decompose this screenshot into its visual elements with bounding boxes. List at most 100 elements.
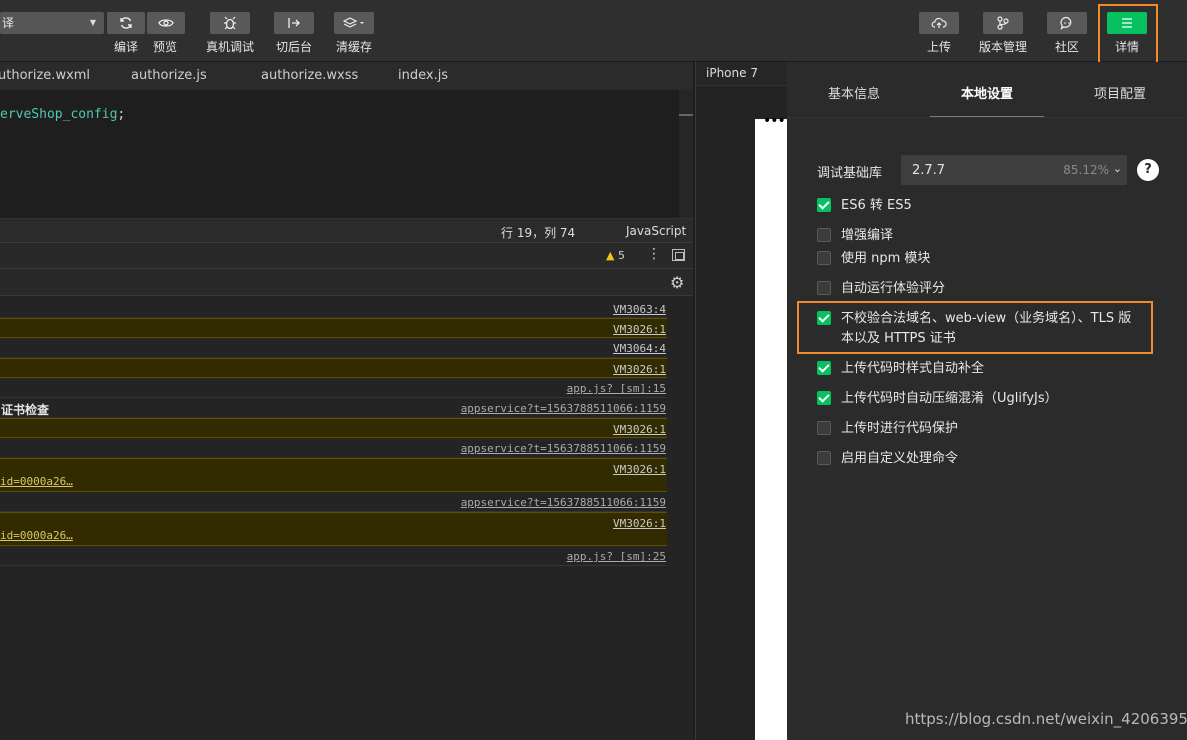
preview-button[interactable] — [147, 12, 185, 34]
detail-tabs: 基本信息 本地设置 项目配置 — [787, 62, 1187, 118]
checkbox-checked[interactable] — [817, 361, 831, 375]
console-filter-bar: ⚙ — [0, 269, 693, 296]
warning-icon: ▲ — [606, 249, 615, 262]
setting-option-label: 增强编译 — [841, 228, 894, 243]
checkbox-checked[interactable] — [817, 198, 831, 212]
community-label: 社区 — [1055, 40, 1080, 54]
code-identifier: erveShop_config — [0, 107, 118, 122]
cursor-position[interactable]: 行 19，列 74 — [501, 224, 575, 241]
more-menu-icon[interactable]: ⋮ — [647, 247, 661, 261]
checkbox-unchecked[interactable] — [817, 451, 831, 465]
log-detail-link[interactable]: id=0000a26… — [0, 475, 73, 488]
log-source-link[interactable]: app.js? [sm]:25 — [567, 550, 666, 563]
setting-option[interactable]: 使用 npm 模块 — [817, 249, 1141, 269]
log-source-link[interactable]: app.js? [sm]:15 — [567, 382, 666, 395]
log-row: VM3026:1 — [0, 358, 667, 378]
warning-count: 5 — [617, 249, 625, 262]
tab-authorize-wxss[interactable]: authorize.wxss — [261, 68, 358, 83]
base-library-label: 调试基础库 — [817, 166, 883, 181]
checkbox-checked[interactable] — [817, 391, 831, 405]
checkbox-unchecked[interactable] — [817, 251, 831, 265]
upload-button[interactable] — [919, 12, 959, 34]
setting-option[interactable]: 自动运行体验评分 — [817, 279, 1141, 299]
checkbox-unchecked[interactable] — [817, 421, 831, 435]
tab-project-config[interactable]: 项目配置 — [1094, 83, 1146, 102]
checkbox-unchecked[interactable] — [817, 228, 831, 242]
log-source-link[interactable]: appservice?t=1563788511066:1159 — [461, 442, 666, 455]
setting-option[interactable]: 上传代码时自动压缩混淆（UglifyJs） — [817, 389, 1141, 409]
checkbox-unchecked[interactable] — [817, 281, 831, 295]
scrollbar-thumb[interactable] — [679, 114, 693, 116]
console-panel: ▲ 5 ⋮ ⚙ VM3063:4 VM3026:1 VM3064:4 VM3026:1… — [0, 242, 693, 740]
log-row: VM3064:4 — [0, 338, 667, 358]
help-icon[interactable]: ? — [1137, 159, 1159, 181]
clear-cache-button[interactable] — [334, 12, 374, 34]
version-manage-button[interactable] — [983, 12, 1023, 34]
log-message: 证书检查 — [1, 403, 50, 417]
tab-authorize-wxml[interactable]: uthorize.wxml — [0, 68, 90, 83]
option-highlight — [797, 301, 1153, 354]
setting-option-label: 上传时进行代码保护 — [841, 421, 959, 436]
background-button[interactable] — [274, 12, 314, 34]
log-row: app.js? [sm]:15 — [0, 378, 667, 398]
log-detail-link[interactable]: id=0000a26… — [0, 529, 73, 542]
log-source-link[interactable]: appservice?t=1563788511066:1159 — [461, 496, 666, 509]
log-source-link[interactable]: VM3026:1 — [613, 363, 666, 376]
setting-option-label: 使用 npm 模块 — [841, 251, 931, 266]
log-row: VM3063:4 — [0, 299, 667, 318]
gear-icon[interactable]: ⚙ — [670, 273, 684, 292]
clear-cache-label: 清缓存 — [336, 40, 373, 54]
simulator-screen[interactable]: •••• — [755, 113, 793, 740]
compile-mode-label: 译 — [2, 16, 15, 30]
code-punct: ; — [117, 107, 126, 122]
device-select[interactable]: iPhone 7 — [706, 66, 758, 80]
compile-mode-select[interactable]: 译 ▼ — [0, 12, 104, 34]
bug-icon — [224, 16, 236, 30]
detail-button-highlight — [1098, 4, 1158, 70]
tab-index-js[interactable]: index.js — [398, 68, 448, 83]
community-button[interactable] — [1047, 12, 1087, 34]
log-source-link[interactable]: VM3026:1 — [613, 517, 666, 530]
code-line[interactable]: erveShop_config; — [0, 107, 125, 122]
log-row: appservice?t=1563788511066:1159 — [0, 438, 667, 458]
upload-label: 上传 — [927, 40, 952, 54]
toolbar: 译 ▼ 编译 预览 真机调试 切后台 清缓存 上传 版本管理 社区 详情 — [0, 0, 1187, 62]
editor-scrollbar[interactable] — [679, 90, 693, 218]
setting-option[interactable]: 增强编译 — [817, 226, 1141, 246]
warning-counter[interactable]: ▲ 5 — [606, 249, 625, 262]
setting-option-label: ES6 转 ES5 — [841, 198, 912, 213]
log-row: VM3026:1 id=0000a26… — [0, 458, 667, 492]
simulator-toolbar: iPhone 7 — [696, 62, 788, 86]
base-library-select[interactable]: 2.7.7 85.12% ⌄ — [901, 155, 1127, 185]
setting-option[interactable]: 启用自定义处理命令 — [817, 449, 1141, 469]
compile-button[interactable] — [107, 12, 145, 34]
chat-icon — [1060, 16, 1072, 30]
log-source-link[interactable]: VM3026:1 — [613, 423, 666, 436]
base-library-version: 2.7.7 — [912, 163, 946, 178]
log-source-link[interactable]: VM3063:4 — [613, 303, 666, 316]
watermark: https://blog.csdn.net/weixin_42063951 — [905, 710, 1187, 728]
remote-debug-label: 真机调试 — [206, 40, 255, 54]
switch-icon — [288, 18, 300, 28]
setting-option[interactable]: ES6 转 ES5 — [817, 196, 1141, 216]
refresh-icon — [120, 17, 132, 29]
log-source-link[interactable]: VM3064:4 — [613, 342, 666, 355]
setting-option[interactable]: 上传代码时样式自动补全 — [817, 359, 1141, 379]
log-source-link[interactable]: VM3026:1 — [613, 323, 666, 336]
active-tab-indicator — [930, 116, 1044, 117]
log-source-link[interactable]: VM3026:1 — [613, 463, 666, 476]
setting-option[interactable]: 上传时进行代码保护 — [817, 419, 1141, 439]
undock-icon[interactable] — [672, 249, 685, 261]
tab-authorize-js[interactable]: authorize.js — [131, 68, 207, 83]
log-source-link[interactable]: appservice?t=1563788511066:1159 — [461, 402, 666, 415]
tab-local-settings[interactable]: 本地设置 — [961, 83, 1013, 102]
log-row: VM3026:1 — [0, 418, 667, 438]
layers-icon — [343, 17, 364, 28]
caret-down-icon: ▼ — [89, 18, 96, 27]
tab-basic-info[interactable]: 基本信息 — [828, 83, 880, 102]
branch-icon — [997, 16, 1009, 30]
language-mode[interactable]: JavaScript — [626, 224, 686, 238]
background-label: 切后台 — [276, 40, 313, 54]
remote-debug-button[interactable] — [210, 12, 250, 34]
log-row: app.js? [sm]:25 — [0, 546, 667, 566]
